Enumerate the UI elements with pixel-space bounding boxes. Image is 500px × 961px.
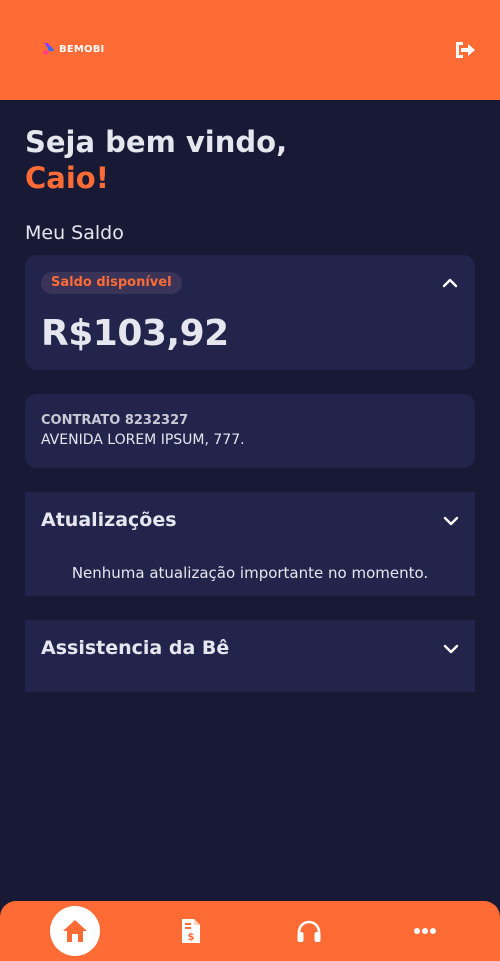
home-icon: [63, 920, 87, 942]
top-header: BEMOBI: [0, 0, 500, 100]
contract-number: CONTRATO 8232327: [41, 413, 189, 428]
logo-text: BEMOBI: [59, 43, 105, 55]
logout-button[interactable]: [452, 39, 478, 61]
greeting-text: Seja bem vindo,: [25, 125, 288, 159]
logo-mark-icon: [43, 43, 54, 55]
contract-card[interactable]: CONTRATO 8232327 AVENIDA LOREM IPSUM, 77…: [25, 394, 475, 468]
more-icon: [414, 928, 436, 934]
logout-icon: [456, 42, 475, 58]
balance-amount: R$103,92: [41, 313, 229, 354]
collapse-balance-button[interactable]: [438, 271, 462, 295]
updates-title: Atualizações: [41, 509, 177, 531]
available-balance-badge: Saldo disponível: [41, 272, 182, 294]
chevron-up-icon: [442, 278, 458, 288]
app-screen: BEMOBI Seja bem vindo, Caio! Meu Saldo S…: [0, 0, 500, 961]
nav-support-button[interactable]: [288, 901, 330, 961]
nav-home-button[interactable]: [50, 906, 100, 956]
invoice-icon: $: [182, 919, 200, 943]
contract-address: AVENIDA LOREM IPSUM, 777.: [41, 432, 245, 448]
headphones-icon: [297, 920, 321, 942]
svg-text:$: $: [188, 932, 195, 943]
bemobi-logo: BEMOBI: [42, 42, 104, 56]
assistance-title: Assistencia da Bê: [41, 637, 230, 659]
balance-section-label: Meu Saldo: [25, 222, 124, 244]
nav-more-button[interactable]: [404, 901, 446, 961]
assistance-panel: Assistencia da Bê: [25, 620, 475, 692]
updates-empty-message: Nenhuma atualização importante no moment…: [71, 564, 429, 582]
user-name: Caio!: [25, 161, 109, 195]
chevron-down-icon: [443, 644, 459, 654]
nav-invoices-button[interactable]: $: [170, 901, 212, 961]
welcome-greeting: Seja bem vindo, Caio!: [25, 124, 287, 196]
toggle-updates-button[interactable]: [439, 509, 463, 533]
updates-panel: Atualizações Nenhuma atualização importa…: [25, 492, 475, 596]
balance-card: Saldo disponível R$103,92: [25, 255, 475, 370]
chevron-down-icon: [443, 516, 459, 526]
bottom-navigation: $: [0, 901, 500, 961]
toggle-assistance-button[interactable]: [439, 637, 463, 661]
